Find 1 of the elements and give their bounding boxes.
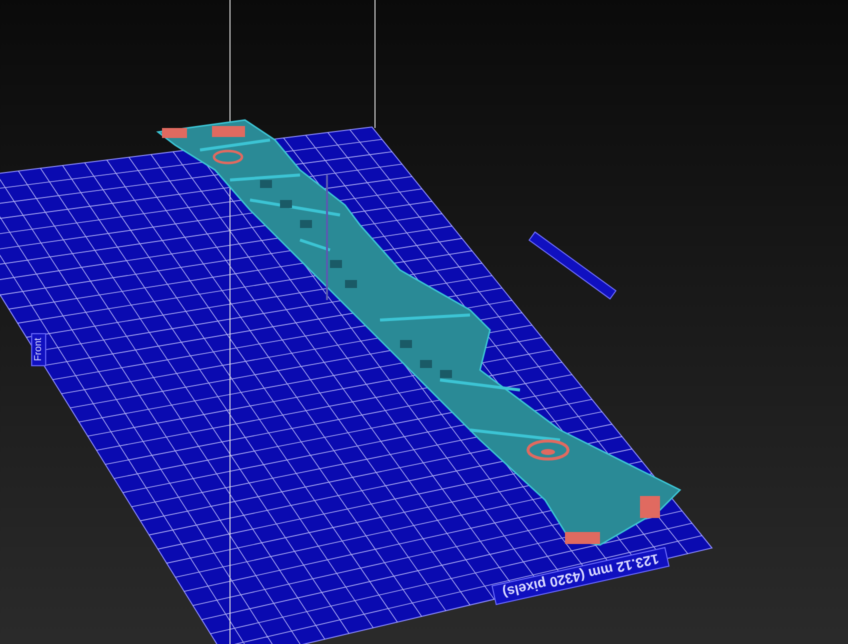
front-label: Front [31,332,46,366]
